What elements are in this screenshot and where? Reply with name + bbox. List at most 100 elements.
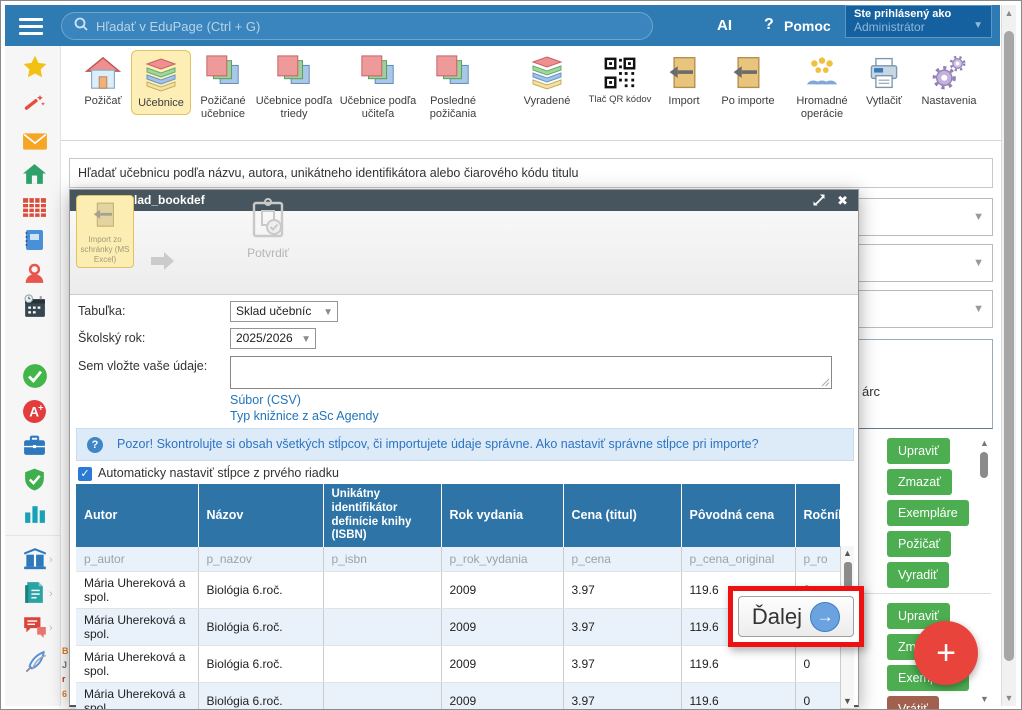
cell-author: Mária Uhereková a spol.	[76, 609, 198, 646]
person-icon[interactable]	[22, 261, 48, 287]
table-row[interactable]: Mária Uhereková a spol. Biológia 6.roč. …	[76, 683, 840, 710]
scroll-down-icon[interactable]: ▼	[1002, 693, 1016, 703]
table-select[interactable]: Sklad učebníc ▼	[230, 301, 338, 322]
copies-button[interactable]: Exempláre	[887, 500, 969, 526]
layers-stack-icon	[132, 53, 190, 97]
calendar-clock-icon[interactable]	[22, 294, 48, 320]
school-year-label: Školský rok:	[78, 331, 145, 345]
hamburger-menu-icon[interactable]	[19, 14, 43, 39]
panel-scrollbar-thumb[interactable]	[980, 452, 988, 478]
ai-button[interactable]: AI	[717, 17, 732, 34]
auto-columns-checkbox[interactable]: ✓	[78, 467, 92, 481]
page-scrollbar-thumb[interactable]	[1004, 31, 1014, 661]
import-from-clipboard-button[interactable]: Import zo schránky (MS Excel)	[76, 195, 134, 268]
panel-scrollbar[interactable]: ▲ ▼	[978, 438, 991, 706]
col-header[interactable]: Cena (titul)	[563, 484, 681, 547]
add-fab-button[interactable]: +	[914, 621, 978, 685]
help-button[interactable]: Pomoc	[784, 18, 831, 34]
col-header[interactable]: Názov	[198, 484, 323, 547]
field-mapping-row: p_autor p_nazov p_isbn p_rok_vydania p_c…	[76, 547, 840, 572]
cell-title: Biológia 6.roč.	[198, 572, 323, 609]
sign-quill-icon[interactable]	[22, 650, 48, 676]
question-circle-icon[interactable]: ?	[87, 437, 103, 453]
col-header[interactable]: Unikátny identifikátor definície knihy (…	[323, 484, 441, 547]
field-cell: p_rok_vydania	[441, 547, 563, 572]
delete-button[interactable]: Zmazať	[887, 469, 952, 495]
cell-year: 2009	[441, 609, 563, 646]
warning-text: Pozor! Skontrolujte si obsah všetkých st…	[117, 429, 759, 460]
cell-grade: 0	[795, 646, 840, 683]
bar-chart-icon[interactable]	[22, 501, 48, 527]
table-row[interactable]: Mária Uhereková a spol. Biológia 6.roč. …	[76, 572, 840, 609]
scroll-up-icon[interactable]: ▲	[841, 548, 854, 558]
close-icon[interactable]: ✖	[837, 190, 848, 211]
magic-wand-icon[interactable]	[22, 92, 48, 118]
table-row[interactable]: Mária Uhereková a spol. Biológia 6.roč. …	[76, 646, 840, 683]
mail-icon[interactable]	[22, 128, 48, 154]
scroll-down-icon[interactable]: ▼	[978, 694, 991, 704]
cell-author: Mária Uhereková a spol.	[76, 572, 198, 609]
document-icon[interactable]	[22, 580, 48, 606]
logged-in-user: Administrátor	[854, 20, 983, 34]
col-header[interactable]: Autor	[76, 484, 198, 547]
page-scrollbar[interactable]: ▲ ▼	[1001, 5, 1016, 706]
shield-check-icon[interactable]	[22, 467, 48, 493]
toolbar-item-posledne-pozicania[interactable]: Posledné požičania	[421, 51, 485, 120]
edge-fragment: B	[62, 646, 69, 656]
toolbar-item-po-importe[interactable]: Po importe	[716, 51, 780, 108]
table-row[interactable]: Mária Uhereková a spol. Biológia 6.roč. …	[76, 609, 840, 646]
cell-price: 3.97	[563, 683, 681, 710]
toolbar-item-hromadne-operacie[interactable]: Hromadné operácie	[790, 51, 854, 120]
toolbar-item-vytlacit[interactable]: Vytlačiť	[858, 51, 910, 108]
global-search[interactable]	[61, 12, 653, 40]
csv-file-link[interactable]: Súbor (CSV)	[230, 393, 301, 407]
toolbar-item-tlac-qr-kodov[interactable]: Tlač QR kódov	[586, 51, 654, 106]
favorites-star-icon[interactable]	[22, 54, 48, 80]
toolbar-item-ucebnice[interactable]: Učebnice	[131, 50, 191, 115]
next-button[interactable]: Ďalej →	[738, 596, 854, 637]
home-icon[interactable]	[22, 162, 48, 188]
highlight-annotation: Ďalej →	[728, 586, 864, 647]
school-year-select[interactable]: 2025/2026 ▼	[230, 328, 316, 349]
lend-button[interactable]: Požičať	[887, 531, 951, 557]
toolbar-item-ucebnice-podla-ucitela[interactable]: Učebnice podľa učiteľa	[337, 51, 419, 120]
chat-bubbles-icon[interactable]	[22, 614, 48, 640]
scroll-down-icon[interactable]: ▼	[841, 696, 854, 706]
grades-a-plus-icon[interactable]: A+	[22, 399, 48, 425]
field-cell: p_cena	[563, 547, 681, 572]
library-book-icon[interactable]	[22, 546, 48, 572]
timetable-grid-icon[interactable]	[22, 195, 48, 221]
col-header[interactable]: Ročník	[795, 484, 840, 547]
toolbar-item-pozicane-ucebnice[interactable]: Požičané učebnice	[192, 51, 254, 120]
toolbar-item-import[interactable]: Import	[660, 51, 708, 108]
dialog-titlebar[interactable]: Import sklad_bookdef ✖	[70, 190, 858, 211]
asc-agenda-link[interactable]: Typ knižnice z aSc Agendy	[230, 409, 379, 423]
table-scrollbar-thumb[interactable]	[844, 562, 852, 588]
chevron-down-icon: ▼	[973, 257, 984, 269]
module-toolbar: Požičať Učebnice Požičané učebnice Učebn…	[61, 46, 1001, 141]
col-header[interactable]: Rok vydania	[441, 484, 563, 547]
toolbar-item-nastavenia[interactable]: Nastavenia	[918, 51, 980, 108]
edit-button[interactable]: Upraviť	[887, 438, 950, 464]
logged-in-user-dropdown[interactable]: Ste prihlásený ako Administrátor ▼	[845, 5, 992, 38]
toolbar-item-pozicat[interactable]: Požičať	[77, 51, 129, 108]
confirm-button[interactable]: Potvrdiť	[231, 197, 305, 260]
help-question-icon[interactable]: ?	[764, 16, 774, 34]
return-button[interactable]: Vrátiť	[887, 696, 939, 710]
global-search-input[interactable]	[94, 18, 652, 35]
check-circle-icon[interactable]	[22, 363, 48, 389]
col-header[interactable]: Pôvodná cena	[681, 484, 795, 547]
filter-dropdown-3[interactable]: ▼	[857, 290, 993, 328]
briefcase-icon[interactable]	[22, 433, 48, 459]
toolbar-item-ucebnice-podla-triedy[interactable]: Učebnice podľa triedy	[253, 51, 335, 120]
paste-data-textarea[interactable]	[230, 356, 832, 389]
filter-dropdown-1[interactable]: ▼	[857, 198, 993, 236]
next-button-label: Ďalej	[752, 604, 802, 630]
filter-dropdown-2[interactable]: ▼	[857, 244, 993, 282]
notebook-icon[interactable]	[22, 228, 48, 254]
discard-button[interactable]: Vyradiť	[887, 562, 949, 588]
scroll-up-icon[interactable]: ▲	[1002, 8, 1016, 18]
toolbar-item-vyradene[interactable]: Vyradené	[516, 51, 578, 108]
book-search-input[interactable]: Hľadať učebnicu podľa názvu, autora, uni…	[69, 158, 993, 188]
scroll-up-icon[interactable]: ▲	[978, 438, 991, 448]
